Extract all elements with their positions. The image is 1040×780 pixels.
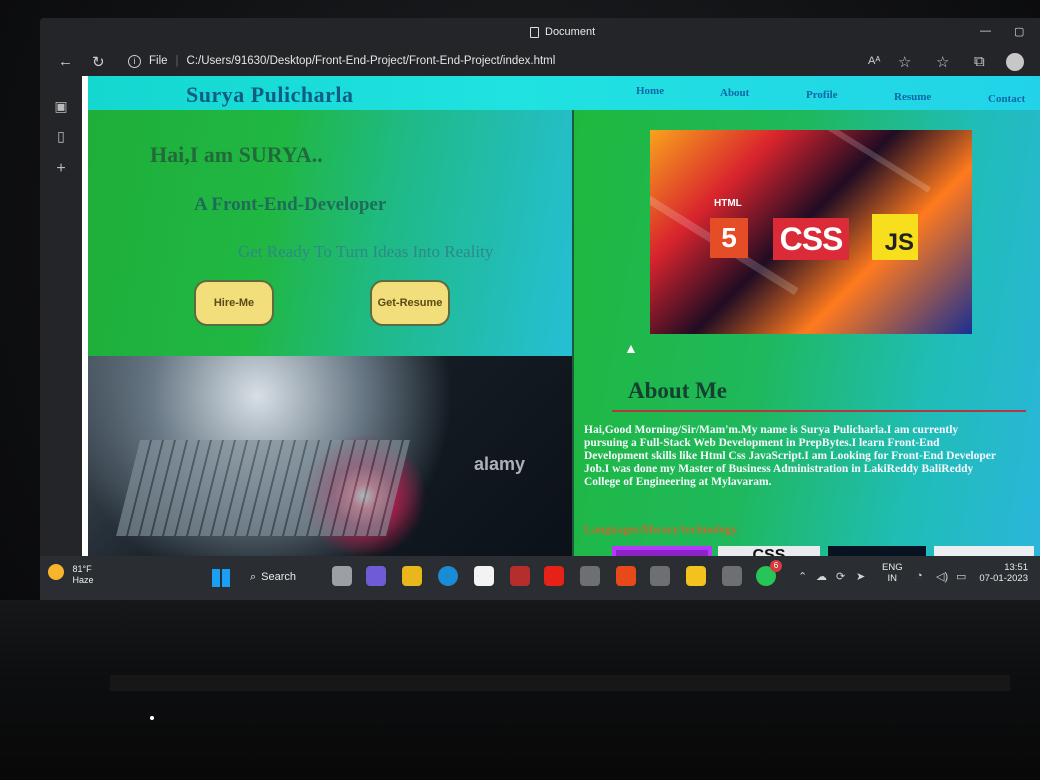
store-icon[interactable]: [474, 566, 494, 586]
whatsapp-notification-badge: 6: [770, 560, 782, 572]
app-s-icon[interactable]: [580, 566, 600, 586]
page-viewport: Surya Pulicharla Home About Profile Resu…: [82, 76, 1040, 556]
about-me-heading: About Me: [628, 378, 728, 403]
browser-address-bar: ← ↻ i File | C:/Users/91630/Desktop/Fron…: [40, 48, 1040, 76]
status-led: [150, 716, 154, 720]
onedrive-icon[interactable]: ☁: [816, 570, 827, 583]
app-red-icon[interactable]: [510, 566, 530, 586]
tech-stack-banner: HTML 5 CSS JS: [650, 130, 972, 334]
hire-me-button[interactable]: Hire-Me: [194, 280, 274, 326]
tech-tile-purple: [612, 546, 712, 556]
task-view-icon[interactable]: [332, 566, 352, 586]
technology-photo: alamy: [88, 356, 572, 556]
html5-logo: 5: [710, 218, 748, 258]
volume-icon[interactable]: ◁): [936, 570, 948, 583]
photo-watermark: alamy: [474, 454, 526, 474]
address-url: C:/Users/91630/Desktop/Front-End-Project…: [186, 55, 556, 67]
system-clock[interactable]: 13:51 07-01-2023: [966, 562, 1028, 584]
file-label: File: [149, 55, 168, 67]
edge-browser-icon[interactable]: [438, 566, 458, 586]
get-resume-button[interactable]: Get-Resume: [370, 280, 450, 326]
taskbar-search-label: Search: [261, 571, 297, 583]
weather-widget[interactable]: 81°F Haze: [48, 564, 94, 586]
html-caption: HTML: [714, 198, 742, 209]
tech-tile-light: [934, 546, 1034, 556]
portfolio-page: Surya Pulicharla Home About Profile Resu…: [88, 76, 1040, 556]
app-f-icon[interactable]: [722, 566, 742, 586]
back-icon[interactable]: ←: [58, 53, 73, 70]
current-tab-icon[interactable]: ▯: [52, 128, 70, 145]
read-aloud-icon[interactable]: Aᴬ: [868, 55, 880, 67]
flipkart-icon[interactable]: [686, 566, 706, 586]
favorite-add-icon[interactable]: ☆: [898, 53, 911, 71]
windows-start-icon[interactable]: [212, 569, 230, 587]
info-icon[interactable]: i: [128, 54, 141, 68]
sync-icon[interactable]: ⟳: [836, 570, 845, 583]
window-title-text: Document: [545, 26, 596, 38]
refresh-icon[interactable]: ↻: [92, 53, 105, 71]
nav-contact-link[interactable]: Contact: [988, 93, 1025, 105]
nav-home-link[interactable]: Home: [636, 85, 664, 97]
haze-weather-icon: [48, 564, 64, 580]
javascript-logo: JS: [872, 214, 918, 260]
browser-titlebar: Document — ▢: [40, 18, 1040, 48]
office-icon[interactable]: [616, 566, 636, 586]
document-icon: [530, 26, 539, 38]
tech-tile-dark: [828, 546, 926, 556]
wifi-icon[interactable]: ◔: [916, 570, 923, 582]
hero-tagline: Get Ready To Turn Ideas Into Reality: [238, 242, 494, 261]
file-explorer-icon[interactable]: [402, 566, 422, 586]
site-header: Surya Pulicharla Home About Profile Resu…: [88, 76, 1040, 110]
site-brand: Surya Pulicharla: [186, 82, 354, 107]
windows-taskbar: 81°F Haze ⌕ Search 6 ⌃ ☁ ⟳ ➤ ENG IN ◔ ◁)…: [40, 556, 1040, 600]
mouse-pointer-icon: ▲: [624, 340, 638, 356]
tab-actions-icon[interactable]: ▣: [52, 98, 70, 115]
input-language-indicator[interactable]: ENG IN: [882, 562, 903, 584]
tech-tile-css-label: CSS: [752, 547, 786, 556]
favorites-icon[interactable]: ☆: [936, 53, 949, 71]
clock-date: 07-01-2023: [979, 573, 1028, 584]
search-icon: ⌕: [250, 570, 257, 583]
weather-condition: Haze: [72, 575, 94, 585]
laptop-screen: Document — ▢ ← ↻ i File | C:/Users/91630…: [40, 18, 1040, 600]
language-code: ENG: [882, 562, 903, 573]
battery-icon[interactable]: ▭: [956, 570, 966, 583]
about-heading-underline: [612, 410, 1026, 412]
maximize-button[interactable]: ▢: [1014, 25, 1024, 38]
languages-heading: Languages/library/technology: [584, 522, 738, 536]
clock-time: 13:51: [1004, 562, 1028, 573]
weather-temperature: 81°F: [72, 564, 92, 574]
address-separator: |: [175, 55, 179, 67]
address-input[interactable]: i File | C:/Users/91630/Desktop/Front-En…: [128, 50, 828, 72]
new-tab-icon[interactable]: +: [52, 160, 70, 178]
tech-tile-css: CSS: [718, 546, 820, 556]
taskbar-search-button[interactable]: ⌕ Search: [250, 566, 320, 588]
nav-resume-link[interactable]: Resume: [894, 91, 931, 103]
browser-sidebar: ▣ ▯ +: [40, 76, 82, 556]
profile-avatar-icon[interactable]: [1006, 53, 1024, 71]
about-panel: HTML 5 CSS JS ▲ About Me Hai,Good Mornin…: [572, 110, 1040, 556]
about-me-paragraph: Hai,Good Morning/Sir/Mam'm.My name is Su…: [584, 424, 996, 488]
app-m-icon[interactable]: [650, 566, 670, 586]
laptop-hinge: [110, 675, 1010, 691]
hero-greeting: Hai,I am SURYA..: [150, 142, 323, 167]
teams-chat-icon[interactable]: [366, 566, 386, 586]
region-code: IN: [887, 573, 898, 584]
hero-role: A Front-End-Developer: [194, 194, 387, 215]
banner-stripe-graphic: [809, 130, 931, 193]
nav-about-link[interactable]: About: [720, 87, 749, 99]
section-divider: [572, 110, 574, 556]
youtube-icon[interactable]: [544, 566, 564, 586]
laptop-keyboard-graphic: [116, 440, 410, 536]
tray-overflow-icon[interactable]: ⌃: [798, 570, 807, 583]
css-logo: CSS: [773, 218, 849, 260]
location-icon[interactable]: ➤: [856, 570, 865, 583]
collections-icon[interactable]: ⧉: [974, 53, 985, 70]
hero-section: Hai,I am SURYA.. A Front-End-Developer G…: [88, 110, 572, 356]
minimize-button[interactable]: —: [980, 25, 991, 37]
nav-profile-link[interactable]: Profile: [806, 89, 838, 101]
window-title: Document: [530, 26, 595, 38]
